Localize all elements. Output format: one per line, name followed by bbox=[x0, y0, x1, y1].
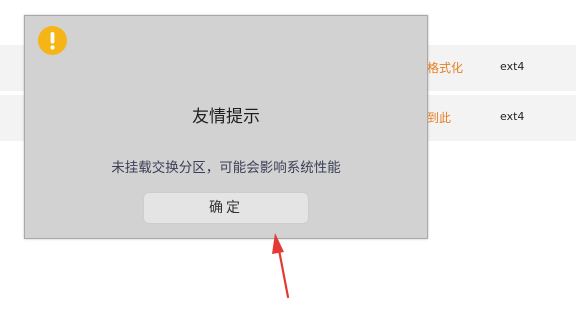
installer-screen: 格式化 ext4 到此 ext4 友情提示 未挂载交换分区，可能会影响系统性能 … bbox=[0, 0, 576, 326]
annotation-arrow-icon bbox=[272, 233, 290, 299]
